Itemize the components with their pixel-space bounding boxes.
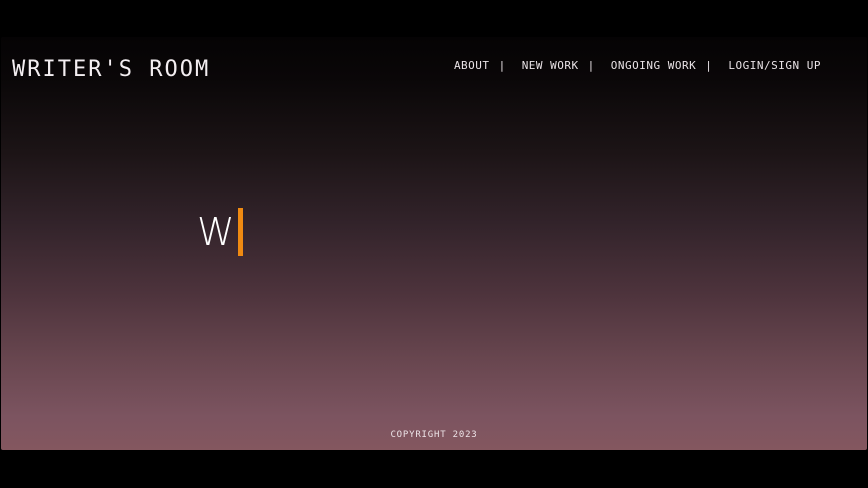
nav-login-signup[interactable]: LOGIN/SIGN UP (728, 59, 821, 72)
nav-separator: | (498, 59, 506, 72)
site-logo[interactable]: WRITER'S ROOM (12, 57, 210, 83)
nav-separator: | (705, 59, 713, 72)
typed-text: W (197, 210, 235, 254)
typewriter-headline: W (197, 207, 243, 257)
nav-new-work[interactable]: NEW WORK (522, 59, 579, 72)
main-nav: ABOUT | NEW WORK | ONGOING WORK | LOGIN/… (454, 59, 821, 72)
copyright-footer: COPYRIGHT 2023 (390, 430, 478, 440)
app-frame: WRITER'S ROOM ABOUT | NEW WORK | ONGOING… (1, 37, 867, 450)
nav-separator: | (587, 59, 595, 72)
nav-ongoing-work[interactable]: ONGOING WORK (611, 59, 696, 72)
nav-about[interactable]: ABOUT (454, 59, 490, 72)
typing-caret (237, 208, 243, 256)
